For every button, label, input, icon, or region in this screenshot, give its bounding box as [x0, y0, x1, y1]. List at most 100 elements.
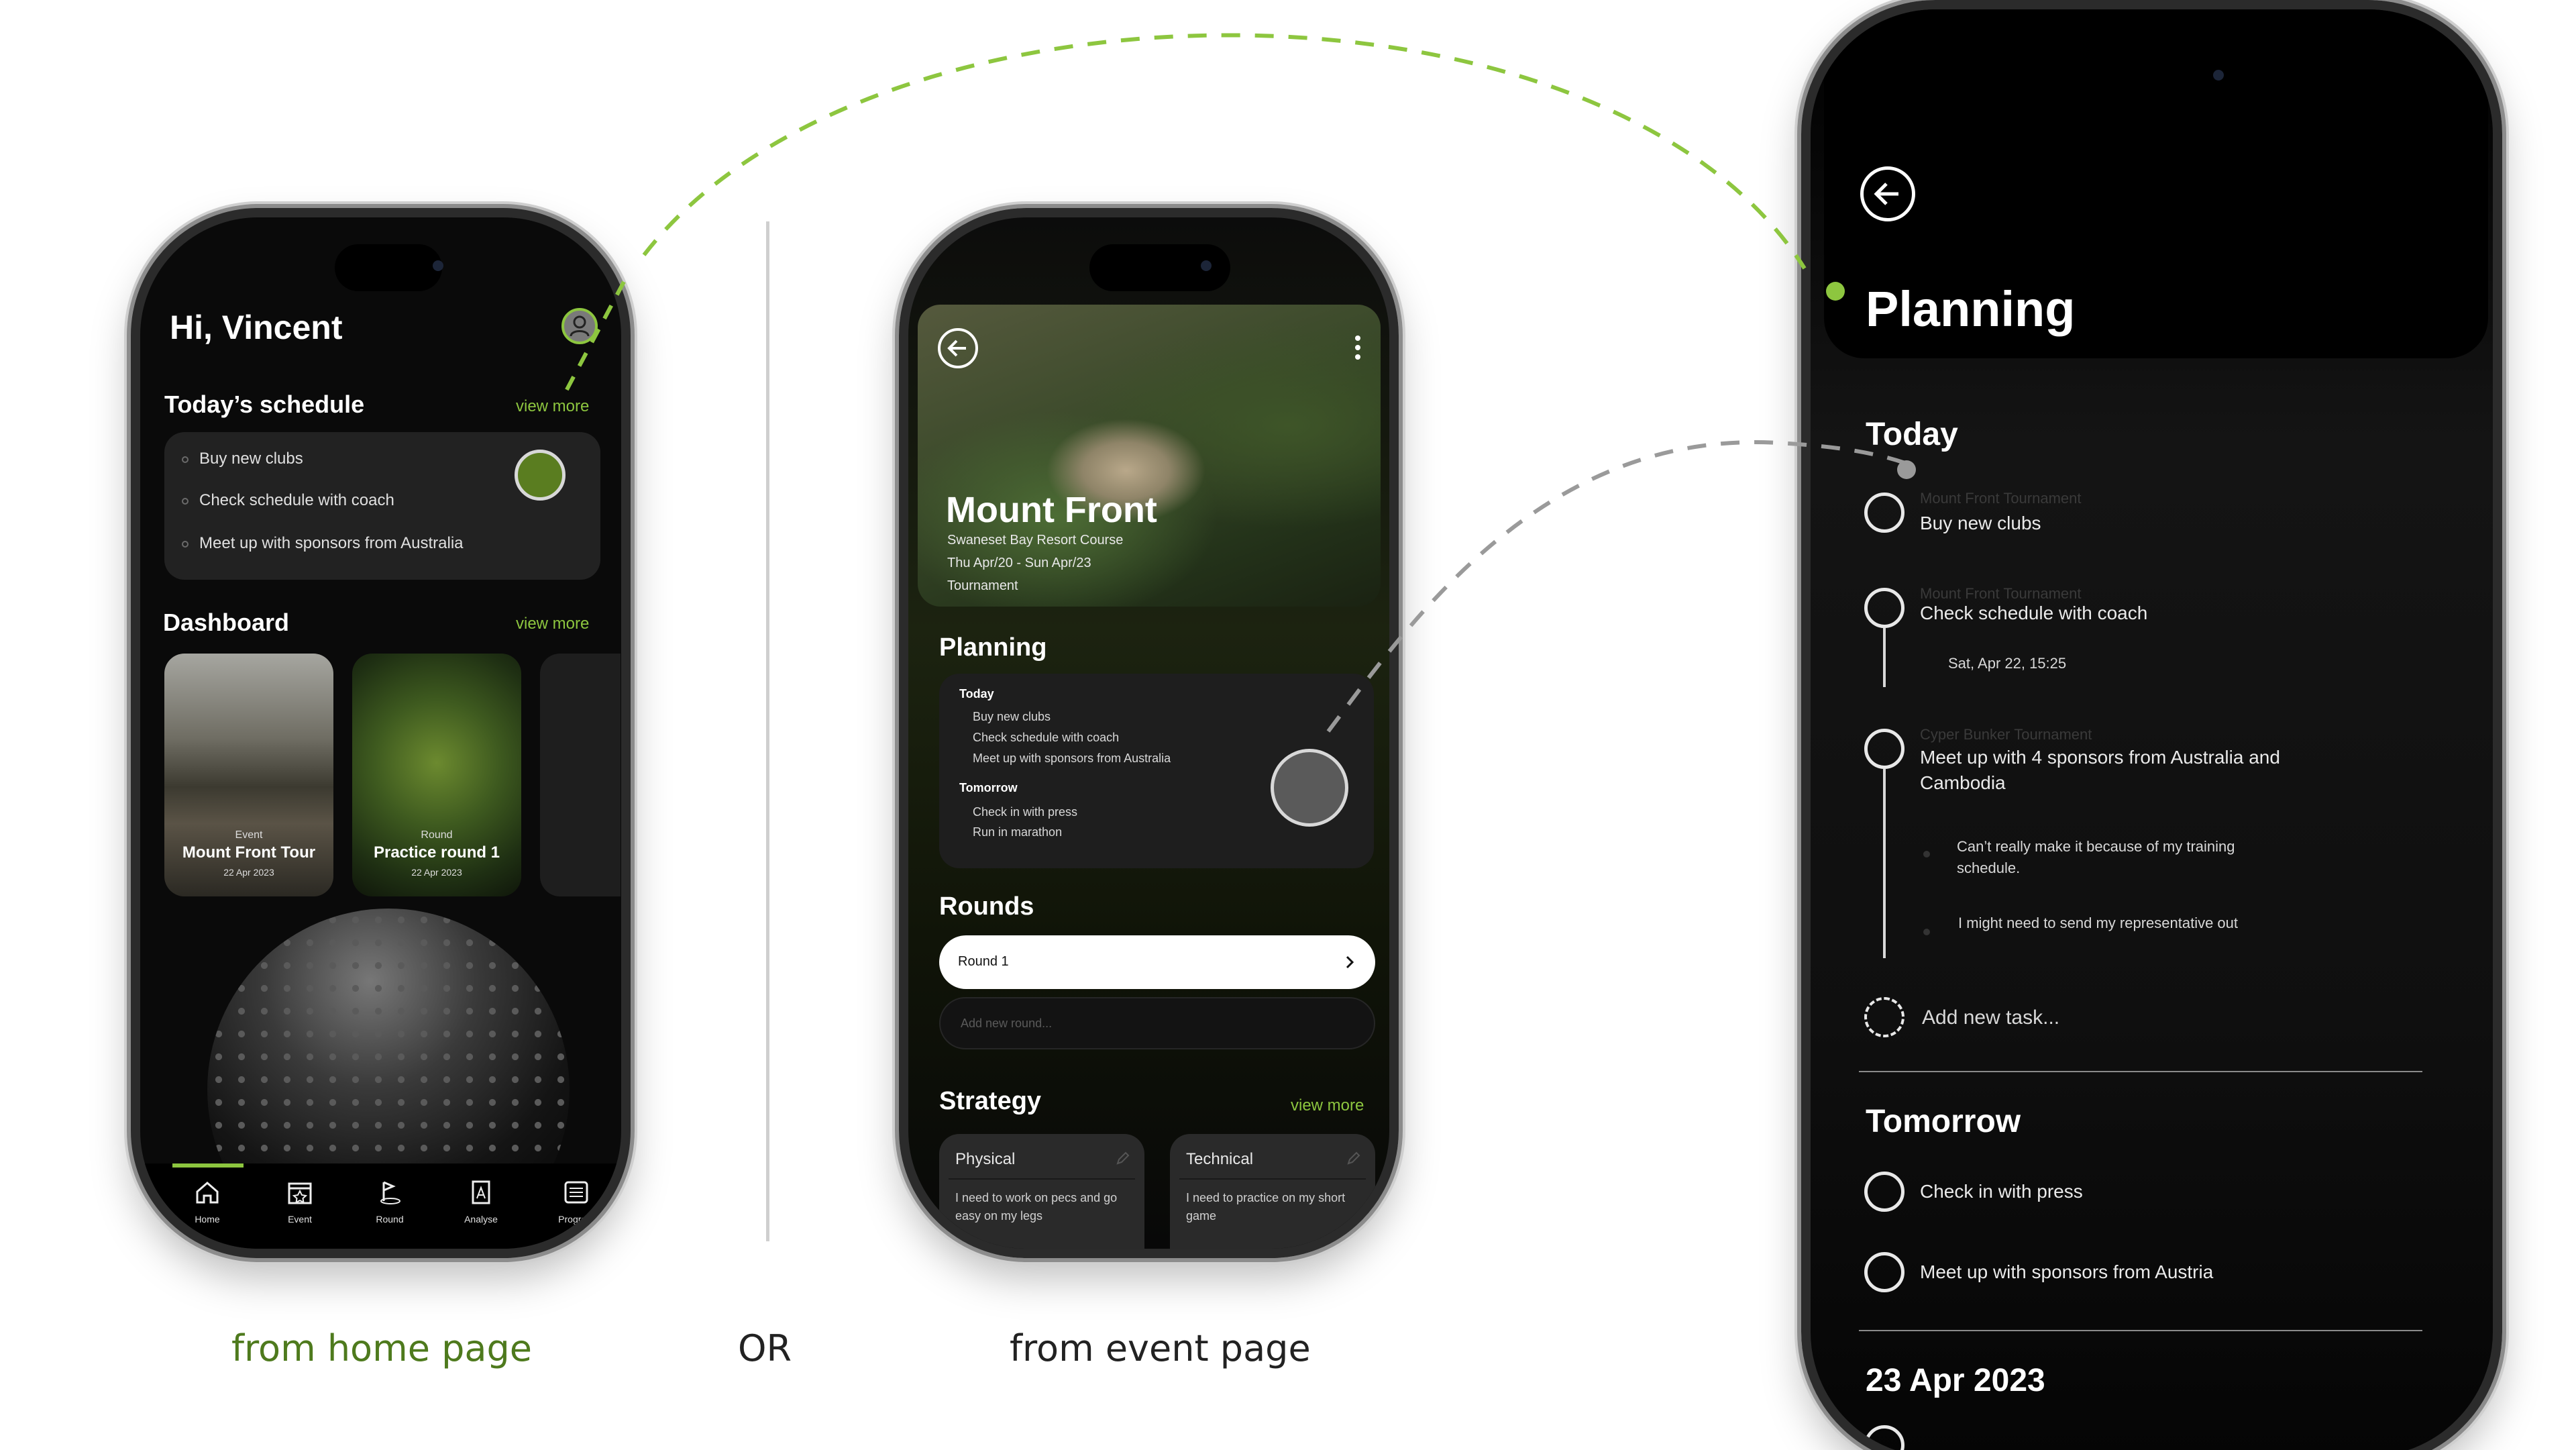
task-checkbox[interactable] — [1864, 1425, 1904, 1450]
back-button[interactable] — [938, 328, 978, 368]
strategy-card-title: Physical — [955, 1150, 1016, 1168]
event-phone: Mount Front Swaneset Bay Resort Course T… — [899, 208, 1399, 1258]
camera-icon — [2213, 70, 2224, 81]
note-bullet — [1923, 851, 1930, 858]
add-task-input[interactable]: Add new task... — [1922, 1006, 2059, 1029]
planning-page-title: Planning — [1866, 281, 2076, 337]
date-heading: 23 Apr 2023 — [1866, 1363, 2045, 1398]
strategy-title: Strategy — [939, 1087, 1042, 1115]
tomorrow-heading: Tomorrow — [1866, 1104, 2021, 1139]
nav-program[interactable]: Program — [529, 1172, 621, 1225]
home-icon — [196, 1182, 219, 1204]
event-dates: Thu Apr/20 - Sun Apr/23 — [947, 556, 1091, 570]
nav-label: Home — [195, 1214, 220, 1225]
task-checkbox[interactable] — [1864, 1252, 1904, 1292]
task-timeline — [1883, 628, 1886, 687]
touch-indicator — [1271, 749, 1348, 827]
tomorrow-item: Check in with press — [973, 805, 1078, 819]
strategy-card-technical[interactable]: Technical I need to practice on my short… — [1170, 1134, 1375, 1249]
rounds-title: Rounds — [939, 892, 1034, 921]
nav-active-indicator — [172, 1163, 244, 1168]
schedule-item[interactable]: Check schedule with coach — [199, 491, 394, 510]
strategy-card-title: Technical — [1186, 1150, 1254, 1168]
greeting: Hi, Vincent — [170, 309, 343, 346]
add-round-input[interactable]: Add new round... — [939, 997, 1375, 1049]
task-checkbox[interactable] — [1864, 493, 1904, 533]
task-checkbox[interactable] — [1864, 729, 1904, 769]
nav-event[interactable]: Event — [253, 1172, 347, 1225]
task-note: Can’t really make it because of my train… — [1957, 838, 2235, 876]
nav-label: Analyse — [464, 1214, 498, 1225]
touch-indicator — [515, 450, 566, 501]
section-divider — [766, 221, 769, 1241]
planning-today-label: Today — [959, 687, 994, 701]
event-title: Mount Front — [946, 490, 1157, 530]
add-task-icon[interactable] — [1864, 997, 1904, 1037]
task-checkbox[interactable] — [1864, 588, 1904, 628]
event-course: Swaneset Bay Resort Course — [947, 533, 1124, 548]
back-button[interactable] — [1860, 166, 1915, 221]
task-text[interactable]: Meet up with sponsors from Austria — [1920, 1261, 2213, 1283]
nav-round[interactable]: Round — [343, 1172, 437, 1225]
nav-label: Event — [288, 1214, 312, 1225]
task-event-label: Cyper Bunker Tournament — [1920, 726, 2092, 743]
planning-tomorrow-label: Tomorrow — [959, 781, 1018, 794]
card-type: Event — [235, 829, 263, 841]
strategy-view-more[interactable]: view more — [1291, 1096, 1364, 1115]
caption-event: from event page — [1010, 1327, 1311, 1369]
dashboard-view-more[interactable]: view more — [516, 615, 589, 633]
caption-home: from home page — [231, 1327, 532, 1369]
dashboard-card-partial[interactable] — [540, 654, 621, 896]
strategy-card-physical[interactable]: Physical I need to work on pecs and go e… — [939, 1134, 1144, 1249]
avatar-button[interactable] — [561, 308, 598, 344]
nav-label: Program — [558, 1214, 594, 1225]
planning-card[interactable]: Today Buy new clubs Check schedule with … — [939, 674, 1374, 868]
today-item: Check schedule with coach — [973, 731, 1120, 744]
calendar-star-icon — [288, 1182, 312, 1204]
dashboard-card-round[interactable]: Round Practice round 1 22 Apr 2023 — [352, 654, 521, 896]
strategy-card-divider — [1179, 1178, 1366, 1180]
user-icon — [570, 315, 590, 337]
bullet-icon — [182, 498, 189, 505]
round-1-label: Round 1 — [958, 954, 1009, 969]
nav-analyse[interactable]: Analyse — [434, 1172, 528, 1225]
schedule-card[interactable]: Buy new clubs Check schedule with coach … — [164, 432, 600, 580]
schedule-item[interactable]: Buy new clubs — [199, 450, 303, 468]
today-heading: Today — [1866, 417, 1958, 452]
task-text[interactable]: Check in with press — [1920, 1181, 2083, 1202]
card-title: Practice round 1 — [373, 843, 500, 862]
edit-icon[interactable] — [1346, 1150, 1362, 1166]
round-1-button[interactable]: Round 1 — [939, 935, 1375, 989]
task-checkbox[interactable] — [1864, 1172, 1904, 1212]
event-category: Tournament — [947, 578, 1018, 593]
card-date: 22 Apr 2023 — [223, 867, 274, 878]
arrow-left-icon — [947, 340, 966, 357]
task-text[interactable]: Buy new clubs — [1920, 513, 2041, 534]
camera-icon — [1201, 260, 1212, 271]
golf-flag-icon — [380, 1181, 400, 1204]
bottom-nav: Home Event Round Analyse Program — [140, 1163, 621, 1249]
analyse-report-icon — [472, 1180, 490, 1204]
section-divider — [1859, 1330, 2422, 1331]
more-menu-button[interactable] — [1351, 331, 1364, 365]
card-date: 22 Apr 2023 — [411, 867, 462, 878]
nav-home[interactable]: Home — [160, 1172, 254, 1225]
dashboard-card-event[interactable]: Event Mount Front Tour 22 Apr 2023 — [164, 654, 333, 896]
tomorrow-item: Run in marathon — [973, 825, 1063, 839]
bullet-icon — [182, 541, 189, 548]
section-divider — [1859, 1071, 2422, 1072]
schedule-item[interactable]: Meet up with sponsors from Australia — [199, 534, 464, 553]
strategy-card-text: I need to work on pecs and go easy on my… — [955, 1191, 1118, 1223]
edit-icon[interactable] — [1115, 1150, 1131, 1166]
task-text[interactable]: Meet up with 4 sponsors from Australia a… — [1920, 745, 2296, 796]
planning-title: Planning — [939, 633, 1047, 662]
today-item: Meet up with sponsors from Australia — [973, 752, 1171, 765]
planning-phone: Planning Today Mount Front Tournament Bu… — [1801, 0, 2502, 1450]
schedule-title: Today’s schedule — [164, 391, 365, 418]
add-round-placeholder: Add new round... — [961, 1017, 1053, 1030]
caption-or: OR — [738, 1327, 792, 1369]
schedule-view-more[interactable]: view more — [516, 397, 589, 416]
task-text[interactable]: Check schedule with coach — [1920, 603, 2147, 624]
nav-label: Round — [376, 1214, 404, 1225]
note-bullet — [1923, 929, 1930, 935]
